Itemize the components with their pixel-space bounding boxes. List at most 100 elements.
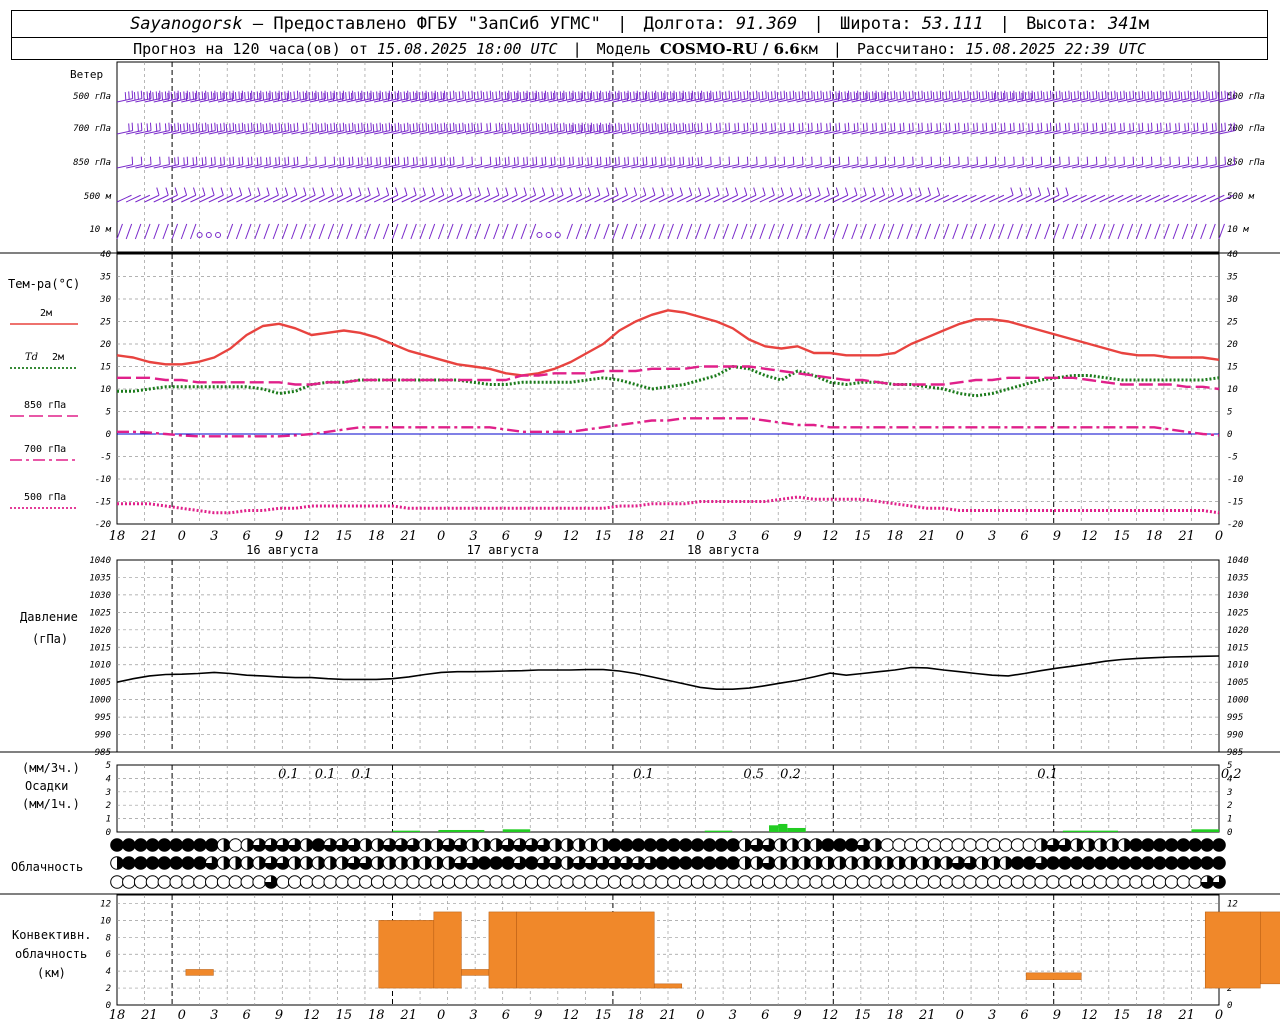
cloud-symbol [1117, 875, 1132, 889]
wind-barb-feather [391, 92, 393, 101]
wind-barb-feather [1125, 92, 1128, 101]
wind-barb-feather [1141, 156, 1144, 165]
wind-barb-feather [639, 92, 641, 101]
wind-barb-feather [275, 123, 277, 132]
wind-barb-feather [593, 92, 595, 101]
wind-barb-feather [598, 92, 601, 101]
wind-barb-feather [168, 156, 170, 165]
wind-barb-feather [568, 91, 571, 100]
wind-barb-feather [636, 90, 639, 99]
hour-label-bottom: 18 [887, 1008, 904, 1023]
wind-barb-feather [597, 187, 601, 196]
cloud-symbol [276, 875, 290, 889]
cloud-symbol [1046, 856, 1060, 870]
wind-barb-feather [1114, 122, 1116, 131]
wind-barb-feather [580, 92, 583, 101]
wind-barb-feather [195, 156, 198, 165]
wind-barb-feather [366, 157, 369, 166]
wind-barb-feather [1114, 156, 1116, 165]
cloud-symbol [157, 838, 172, 852]
wind-barb-feather [1000, 123, 1003, 132]
wind-barb-feather [177, 156, 180, 165]
wind-barb-feather [360, 92, 362, 101]
wind-barb-feather [1059, 156, 1061, 165]
wind-barb-feather [357, 91, 360, 100]
wind-barb-feather [413, 187, 417, 196]
wind-barb-feather [1160, 90, 1162, 99]
wind-barb-feather [240, 92, 243, 101]
pressure-title: Давление [20, 610, 78, 624]
wind-barb-feather [1086, 156, 1089, 165]
wind-barb-feather [820, 90, 822, 99]
wind-barb-feather [771, 91, 773, 100]
cloud-symbol [477, 875, 492, 889]
wind-barb-feather [361, 90, 363, 99]
cloud-symbol [892, 838, 906, 852]
wind-barb-feather [783, 90, 786, 99]
convective-bar [488, 911, 517, 989]
precip-bar [392, 830, 421, 832]
wind-barb-feather [165, 187, 169, 196]
wind-barb-feather [1049, 122, 1052, 131]
wind-barb-feather [835, 123, 837, 132]
wind-barb-feather [817, 187, 821, 196]
wind-barb [171, 223, 179, 240]
wind-barb-feather [312, 187, 316, 196]
wind-barb-feather [844, 123, 847, 132]
wind-barb-feather [214, 122, 216, 131]
hour-label-bottom: 21 [918, 1008, 936, 1023]
cloud-symbol [726, 875, 740, 889]
wind-barb-feather [149, 122, 152, 131]
wind-barb-feather [314, 92, 316, 101]
wind-barb-feather [532, 157, 534, 166]
wind-barb-feather [734, 91, 736, 100]
wind-barb-feather [605, 123, 608, 132]
wind-barb-feather [317, 92, 320, 101]
wind-barb-feather [284, 123, 286, 132]
wind-barb-feather [587, 157, 589, 166]
wind-barb-feather [1013, 90, 1015, 99]
wind-barb-feather [201, 123, 204, 132]
wind-barb-feather [719, 90, 721, 99]
hour-label-bottom: 0 [1215, 1008, 1223, 1023]
wind-barb-feather [326, 92, 329, 101]
wind-barb-feather [985, 90, 988, 99]
wind-barb-feather [440, 157, 442, 166]
wind-barb-feather [352, 90, 354, 99]
wind-barb-feather [449, 123, 452, 132]
wind-barb-feather [513, 123, 516, 132]
wind-barb-feather [903, 122, 905, 131]
wind-barb-feather [1077, 90, 1080, 99]
wind-barb-feather [740, 92, 742, 101]
wind-barb-feather [963, 91, 966, 100]
wind-barb-feather [167, 92, 169, 101]
wind-barb-feather [1046, 123, 1049, 132]
wind-barb-feather [606, 187, 610, 196]
cloud-symbol [1176, 838, 1191, 852]
wind-barb [805, 223, 812, 240]
wind-barb-feather [523, 123, 525, 132]
wind-barb-feather [644, 92, 647, 101]
wind-barb-feather [580, 124, 583, 133]
cloud-symbol [311, 838, 326, 852]
wind-barb-feather [352, 156, 354, 165]
wind-barb-feather [734, 123, 736, 132]
wind-barb-feather [1028, 123, 1030, 132]
wind-barb-feather [523, 91, 525, 100]
wind-barb-feather [416, 156, 418, 165]
wind-barb-feather [517, 90, 519, 99]
wind-barb [1163, 223, 1170, 240]
legend-label: 850 гПа [24, 400, 66, 411]
wind-barb-feather [639, 124, 641, 133]
wind-barb-feather [232, 156, 235, 165]
wind-barb [1200, 223, 1207, 240]
wind-barb-feather [945, 91, 948, 100]
pres-tick-label: 1025 [89, 608, 111, 618]
wind-barb-feather [660, 123, 663, 132]
wind-barb-feather [725, 123, 727, 132]
wind-barb-feather [504, 157, 507, 166]
wind-barb-feather [179, 92, 182, 101]
wind-barb-feather [756, 156, 758, 165]
wind-barb-feather [1101, 123, 1104, 132]
wind-barb-feather [482, 92, 485, 101]
